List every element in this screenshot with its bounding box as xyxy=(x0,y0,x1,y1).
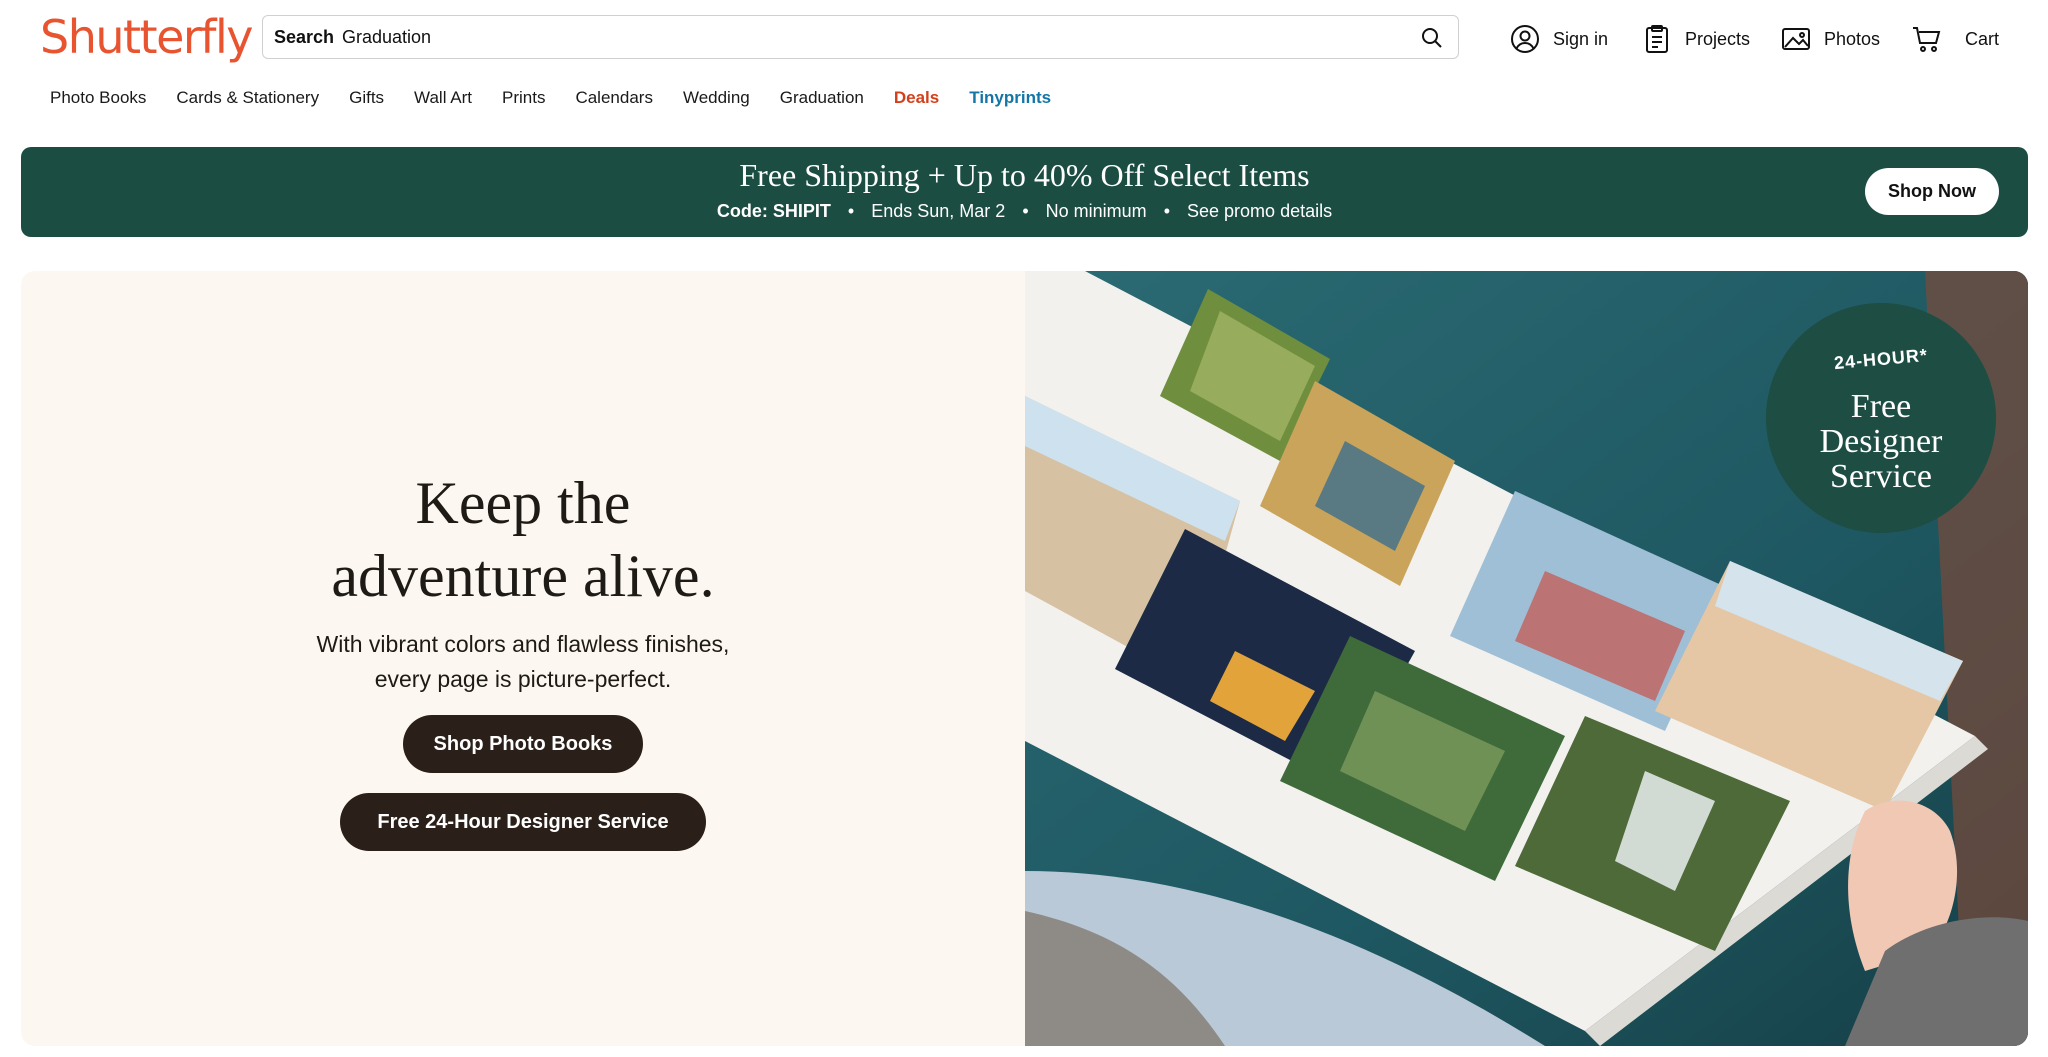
hero-title: Keep the adventure alive. xyxy=(21,467,1025,613)
promo-separator: • xyxy=(1022,201,1029,221)
hero-title-line-2: adventure alive. xyxy=(331,543,715,609)
nav-deals[interactable]: Deals xyxy=(894,88,939,112)
sign-in-label: Sign in xyxy=(1553,28,1609,49)
nav-wall-art[interactable]: Wall Art xyxy=(414,88,472,112)
clipboard-icon xyxy=(1646,25,1668,53)
nav-wedding[interactable]: Wedding xyxy=(683,88,750,112)
designer-service-button[interactable]: Free 24-Hour Designer Service xyxy=(340,793,706,851)
projects-link[interactable]: Projects xyxy=(1641,21,1750,57)
promo-title: Free Shipping + Up to 40% Off Select Ite… xyxy=(739,157,1310,193)
nav-graduation[interactable]: Graduation xyxy=(780,88,864,112)
search-input[interactable] xyxy=(342,24,1362,50)
hero-subtitle: With vibrant colors and flawless finishe… xyxy=(21,627,1025,697)
hero-section: Keep the adventure alive. With vibrant c… xyxy=(21,271,2028,1046)
badge-24-hour: 24-HOUR* xyxy=(1833,344,1929,374)
promo-code: Code: SHIPIT xyxy=(716,201,831,221)
hero-image: 24-HOUR* Free Designer Service xyxy=(1025,271,2028,1046)
search-bar[interactable]: Search xyxy=(262,15,1459,59)
nav-calendars[interactable]: Calendars xyxy=(575,88,653,112)
image-icon xyxy=(1782,28,1810,50)
search-icon[interactable] xyxy=(1420,26,1444,50)
cart-icon xyxy=(1913,27,1941,52)
nav-photo-books[interactable]: Photo Books xyxy=(50,88,146,112)
hero-text-panel: Keep the adventure alive. With vibrant c… xyxy=(21,271,1025,1046)
photos-label: Photos xyxy=(1824,28,1881,49)
promo-separator: • xyxy=(1163,201,1170,221)
nav-cards-stationery[interactable]: Cards & Stationery xyxy=(176,88,319,112)
badge-line-1: Free xyxy=(1850,388,1912,425)
promo-details-link[interactable]: See promo details xyxy=(1187,201,1332,221)
shop-now-button[interactable]: Shop Now xyxy=(1865,168,1999,215)
user-circle-icon xyxy=(1511,25,1539,53)
nav-tinyprints[interactable]: Tinyprints xyxy=(969,88,1051,112)
designer-service-badge: 24-HOUR* Free Designer Service xyxy=(1766,303,1996,533)
cart-label: Cart xyxy=(1965,28,2000,49)
promo-banner: Free Shipping + Up to 40% Off Select Ite… xyxy=(21,147,2028,237)
photos-link[interactable]: Photos xyxy=(1780,21,1880,57)
site-header: Shutterfly Search Sign in Projects xyxy=(0,0,2048,75)
nav-prints[interactable]: Prints xyxy=(502,88,545,112)
badge-text: Free Designer Service xyxy=(1766,389,1996,494)
main-nav: Photo Books Cards & Stationery Gifts Wal… xyxy=(50,88,1081,112)
hero-title-line-1: Keep the xyxy=(415,470,631,536)
hero-subtitle-line-2: every page is picture-perfect. xyxy=(374,666,672,692)
badge-line-3: Service xyxy=(1830,458,1932,495)
hero-subtitle-line-1: With vibrant colors and flawless finishe… xyxy=(316,631,730,657)
shutterfly-logo[interactable]: Shutterfly xyxy=(40,10,254,64)
promo-details-line: Code: SHIPIT • Ends Sun, Mar 2 • No mini… xyxy=(21,201,2028,222)
promo-minimum: No minimum xyxy=(1045,201,1147,221)
promo-ends: Ends Sun, Mar 2 xyxy=(871,201,1006,221)
promo-separator: • xyxy=(847,201,855,221)
badge-line-2: Designer xyxy=(1819,423,1943,460)
shop-photo-books-button[interactable]: Shop Photo Books xyxy=(403,715,643,773)
cart-link[interactable]: Cart xyxy=(1911,21,1999,57)
sign-in-link[interactable]: Sign in xyxy=(1509,21,1608,57)
projects-label: Projects xyxy=(1685,28,1751,49)
search-label: Search xyxy=(274,27,335,47)
nav-gifts[interactable]: Gifts xyxy=(349,88,384,112)
